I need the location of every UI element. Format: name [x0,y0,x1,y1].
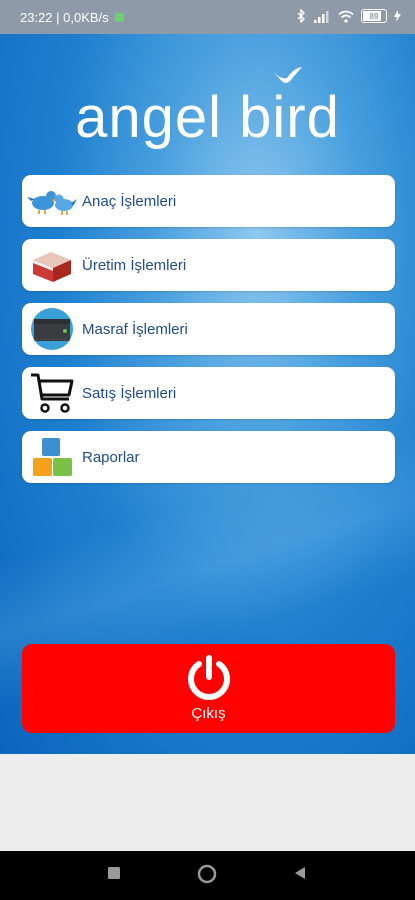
menu-item-anac[interactable]: Anaç İşlemleri [22,175,395,227]
app-logo: angel bird [0,84,415,151]
menu-label-anac: Anaç İşlemleri [82,192,177,210]
logo-text: angel bird [75,85,340,150]
menu-label-uretim: Üretim İşlemleri [82,256,187,274]
exit-button[interactable]: Çıkış [22,644,395,733]
main-menu: Anaç İşlemleri Üretim İşlemleri Masraf İ… [22,175,395,495]
battery-icon: 89 [361,9,387,23]
wallet-icon [26,307,78,351]
main-screen: angel bird Anaç İşlemleri Üretim İşlemle… [0,34,415,754]
recent-apps-icon[interactable] [107,866,121,880]
shopping-cart-icon [26,371,78,415]
menu-label-satis: Satış İşlemleri [82,384,177,402]
status-time-data: 23:22 | 0,0KB/s [20,10,109,25]
exit-label: Çıkış [191,705,226,722]
power-icon [187,655,230,700]
back-icon[interactable] [293,866,307,880]
menu-item-satis[interactable]: Satış İşlemleri [22,367,395,419]
birds-icon [26,179,78,223]
blocks-icon [26,435,78,479]
app-notification-icon [114,13,124,22]
menu-item-masraf[interactable]: Masraf İşlemleri [22,303,395,355]
menu-label-masraf: Masraf İşlemleri [82,320,188,338]
bluetooth-icon [297,9,305,23]
charging-icon [394,10,401,22]
menu-item-uretim[interactable]: Üretim İşlemleri [22,239,395,291]
menu-item-raporlar[interactable]: Raporlar [22,431,395,483]
navigation-bar [0,851,415,900]
menu-label-raporlar: Raporlar [82,448,140,466]
status-right: 89 [297,9,401,23]
status-bar: 23:22 | 0,0KB/s 89 [0,0,415,34]
bird-logo-icon [272,67,302,83]
egg-box-icon [26,243,78,287]
status-left: 23:22 | 0,0KB/s [20,10,124,25]
battery-level: 89 [369,11,379,21]
signal-icon [314,10,329,23]
home-icon[interactable] [197,864,217,884]
wifi-icon [338,10,354,23]
